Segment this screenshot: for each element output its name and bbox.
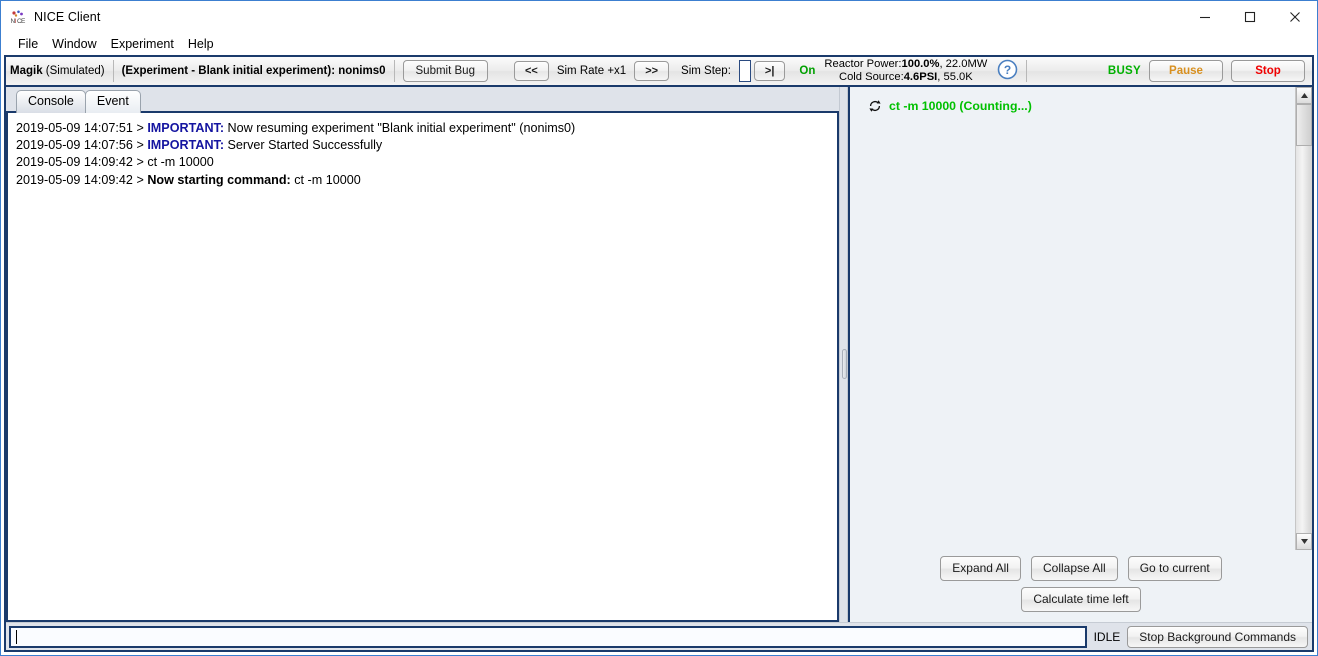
status-badge: IDLE xyxy=(1087,630,1128,644)
console-line-separator: > xyxy=(133,138,147,152)
scrollbar-thumb[interactable] xyxy=(1296,104,1312,146)
experiment-label: (Experiment - Blank initial experiment):… xyxy=(122,65,386,77)
toolbar-separator xyxy=(113,60,114,82)
command-bar: IDLE Stop Background Commands xyxy=(6,622,1312,650)
menu-item-experiment[interactable]: Experiment xyxy=(104,35,181,53)
window-controls xyxy=(1182,1,1317,33)
command-tree-panel: ct -m 10000 (Counting...) Exp xyxy=(848,87,1312,622)
refresh-running-icon xyxy=(868,99,882,113)
console-line: 2019-05-09 14:07:56 > IMPORTANT: Server … xyxy=(16,137,831,154)
tree-vertical-scrollbar[interactable] xyxy=(1295,87,1312,550)
scrollbar-track[interactable] xyxy=(1296,146,1312,533)
cold-source-value: 4.6PSI xyxy=(904,71,938,83)
console-line: 2019-05-09 14:09:42 > ct -m 10000 xyxy=(16,154,831,171)
tree-button-row-1: Expand All Collapse All Go to current xyxy=(850,556,1312,581)
reactor-power-row: Reactor Power:100.0%, 22.0MW xyxy=(824,58,987,71)
console-line-message: ct -m 10000 xyxy=(147,155,214,169)
cold-source-extra: , 55.0K xyxy=(937,71,972,83)
console-line-separator: > xyxy=(133,173,147,187)
menu-bar: File Window Experiment Help xyxy=(1,33,1317,55)
pause-button[interactable]: Pause xyxy=(1149,60,1223,82)
console-line: 2019-05-09 14:07:51 > IMPORTANT: Now res… xyxy=(16,120,831,137)
menu-item-help[interactable]: Help xyxy=(181,35,221,53)
sim-step-input[interactable] xyxy=(739,60,751,82)
svg-text:?: ? xyxy=(1004,63,1011,77)
splitter-grip[interactable] xyxy=(842,349,847,379)
title-bar: N I C E NICE Client xyxy=(1,1,1317,33)
experiment-label-text: (Experiment - Blank initial experiment):… xyxy=(122,65,386,77)
reactor-info: Reactor Power:100.0%, 22.0MW Cold Source… xyxy=(824,58,987,84)
sim-rate-label: Sim Rate +x1 xyxy=(557,65,626,77)
console-line-timestamp: 2019-05-09 14:09:42 xyxy=(16,173,133,187)
nice-logo-icon: N I C E xyxy=(10,9,26,25)
tree-node-label: ct -m 10000 (Counting...) xyxy=(889,99,1032,113)
console-output[interactable]: 2019-05-09 14:07:51 > IMPORTANT: Now res… xyxy=(8,113,837,193)
submit-bug-button[interactable]: Submit Bug xyxy=(403,60,488,82)
svg-text:E: E xyxy=(21,18,26,25)
maximize-button[interactable] xyxy=(1227,1,1272,33)
help-circle-icon[interactable]: ? xyxy=(997,59,1018,83)
tree-button-row-2: Calculate time left xyxy=(850,587,1312,612)
console-output-wrap: 2019-05-09 14:07:51 > IMPORTANT: Now res… xyxy=(6,113,839,622)
expand-all-button[interactable]: Expand All xyxy=(940,556,1021,581)
console-line-separator: > xyxy=(133,121,147,135)
sim-step-label: Sim Step: xyxy=(681,65,731,77)
reactor-power-extra: , 22.0MW xyxy=(939,58,987,70)
busy-status: BUSY xyxy=(1108,65,1141,77)
command-tree[interactable]: ct -m 10000 (Counting...) xyxy=(850,87,1295,550)
menu-item-window[interactable]: Window xyxy=(45,35,103,53)
cold-source-label: Cold Source: xyxy=(839,71,904,83)
console-line-tag: IMPORTANT: xyxy=(147,138,224,152)
window-title: NICE Client xyxy=(34,10,100,24)
main-frame: Magik (Simulated) (Experiment - Blank in… xyxy=(4,55,1314,652)
scroll-up-icon[interactable] xyxy=(1296,87,1312,104)
console-line-message: Server Started Successfully xyxy=(224,138,382,152)
console-line-timestamp: 2019-05-09 14:07:51 xyxy=(16,121,133,135)
tab-event[interactable]: Event xyxy=(85,90,141,113)
console-line-timestamp: 2019-05-09 14:09:42 xyxy=(16,155,133,169)
collapse-all-button[interactable]: Collapse All xyxy=(1031,556,1118,581)
toolbar: Magik (Simulated) (Experiment - Blank in… xyxy=(6,57,1312,87)
reactor-on-status: On xyxy=(799,65,815,77)
sim-rate-decrease-button[interactable]: << xyxy=(514,61,549,81)
reactor-power-value: 100.0% xyxy=(902,58,940,70)
console-tabstrip: Console Event xyxy=(6,87,839,113)
menu-item-file[interactable]: File xyxy=(11,35,45,53)
minimize-button[interactable] xyxy=(1182,1,1227,33)
console-line-tag: IMPORTANT: xyxy=(147,121,224,135)
instrument-status: Magik (Simulated) xyxy=(10,65,105,77)
console-line: 2019-05-09 14:09:42 > Now starting comma… xyxy=(16,172,831,189)
text-caret xyxy=(16,630,17,644)
stop-button[interactable]: Stop xyxy=(1231,60,1305,82)
close-button[interactable] xyxy=(1272,1,1317,33)
console-panel: Console Event 2019-05-09 14:07:51 > IMPO… xyxy=(6,87,839,622)
console-line-timestamp: 2019-05-09 14:07:56 xyxy=(16,138,133,152)
body-split: Console Event 2019-05-09 14:07:51 > IMPO… xyxy=(6,87,1312,622)
tree-area: ct -m 10000 (Counting...) xyxy=(850,87,1312,550)
console-line-separator: > xyxy=(133,155,147,169)
scroll-down-icon[interactable] xyxy=(1296,533,1312,550)
tab-console[interactable]: Console xyxy=(16,90,86,113)
instrument-name: Magik xyxy=(10,65,43,77)
calculate-time-left-button[interactable]: Calculate time left xyxy=(1021,587,1140,612)
tree-button-group: Expand All Collapse All Go to current Ca… xyxy=(850,550,1312,622)
panel-splitter[interactable] xyxy=(839,87,848,622)
cold-source-row: Cold Source:4.6PSI, 55.0K xyxy=(824,71,987,84)
reactor-power-label: Reactor Power: xyxy=(824,58,901,70)
console-line-message: ct -m 10000 xyxy=(291,173,361,187)
toolbar-separator-3 xyxy=(1026,60,1027,82)
nice-client-window: N I C E NICE Client File Window Experime… xyxy=(0,0,1318,656)
console-line-tag: Now starting command: xyxy=(147,173,290,187)
stop-background-commands-button[interactable]: Stop Background Commands xyxy=(1127,626,1308,648)
instrument-mode: (Simulated) xyxy=(43,65,105,77)
sim-rate-increase-button[interactable]: >> xyxy=(634,61,669,81)
toolbar-separator-2 xyxy=(394,60,395,82)
sim-step-next-button[interactable]: >| xyxy=(754,61,786,81)
go-to-current-button[interactable]: Go to current xyxy=(1128,556,1222,581)
command-input[interactable] xyxy=(9,626,1087,648)
tree-node[interactable]: ct -m 10000 (Counting...) xyxy=(868,99,1295,113)
console-line-message: Now resuming experiment "Blank initial e… xyxy=(224,121,575,135)
